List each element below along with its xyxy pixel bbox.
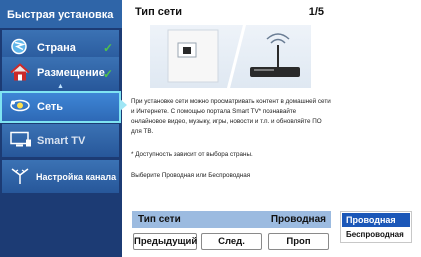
home-icon [10,63,30,85]
network-type-value: Проводная [270,214,326,225]
check-icon: ✓ [102,40,113,55]
page-title: Тип сети [135,6,183,18]
sidebar-item-smart-tv[interactable]: Smart TV [2,124,119,157]
selected-sub-arrow-icon: ▲ [57,83,64,90]
network-type-label: Тип сети [138,214,181,225]
sidebar-title: Быстрая установка [0,0,122,28]
option-wireless[interactable]: Беспроводная [342,228,410,242]
option-wired[interactable]: Проводная [342,213,410,227]
antenna-icon [10,167,30,187]
network-type-dropdown[interactable]: Проводная Беспроводная [340,211,412,243]
sidebar-item-label: Страна [37,41,76,54]
sidebar-item-label: Сеть [37,101,64,113]
sidebar-item-placement[interactable]: Размещение ▲ ✓ [2,57,119,91]
previous-button[interactable]: Предыдущий [133,233,197,250]
quick-setup-sidebar: Быстрая установка Страна ✓ Размещение ▲ … [0,0,122,257]
network-type-row[interactable]: Тип сети Проводная [132,211,331,228]
sidebar-item-network[interactable]: Сеть [0,91,121,123]
next-button[interactable]: След. [201,233,262,250]
sidebar-item-label: Smart TV [37,134,86,147]
flag-icon [10,37,28,58]
active-item-pointer-icon [120,99,127,111]
network-illustration [150,22,311,91]
network-icon [10,98,30,117]
network-type-panel: Тип сети 1/5 При установке сети можно пр… [127,0,332,257]
availability-note: * Доступность зависит от выбора страны. [131,151,253,158]
sidebar-item-label: Размещение [37,67,105,80]
check-icon: ✓ [102,67,113,81]
sidebar-item-label: Настройка канала [36,171,117,182]
step-indicator: 1/5 [308,6,324,18]
sidebar-item-channel-setup[interactable]: Настройка канала [2,160,119,193]
description-text: При установке сети можно просматривать к… [131,98,331,135]
selection-prompt: Выберите Проводная или Беспроводная [131,172,251,179]
skip-button[interactable]: Проп [268,233,329,250]
tv-icon [10,130,32,151]
